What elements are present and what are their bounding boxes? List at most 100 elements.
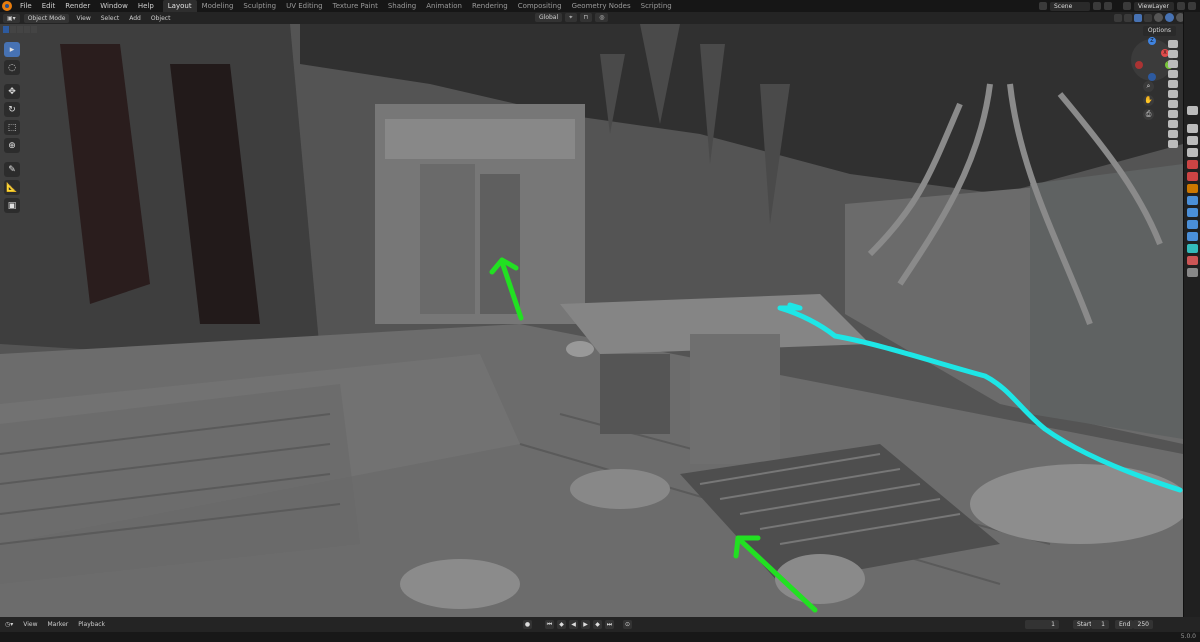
outliner-icon-10[interactable] xyxy=(1168,130,1178,138)
camera-view-icon[interactable]: ⎙ xyxy=(1143,109,1154,120)
menu-add[interactable]: Add xyxy=(126,15,144,22)
tab-animation[interactable]: Animation xyxy=(421,0,467,12)
next-keyframe-icon[interactable]: ◆ xyxy=(593,620,602,629)
solid-shading-icon[interactable] xyxy=(1165,13,1174,22)
tab-rendering[interactable]: Rendering xyxy=(467,0,513,12)
select-intersect-icon[interactable] xyxy=(31,26,37,33)
menu-object[interactable]: Object xyxy=(148,15,174,22)
view-layer-properties-icon[interactable] xyxy=(1187,148,1198,157)
keying-icon[interactable]: ⊙ xyxy=(623,620,632,629)
jump-end-icon[interactable]: ⏭ xyxy=(605,620,614,629)
particles-properties-icon[interactable] xyxy=(1187,208,1198,217)
add-cube-icon[interactable]: ▣ xyxy=(4,198,20,213)
wireframe-shading-icon[interactable] xyxy=(1154,13,1163,22)
tool-properties-icon[interactable] xyxy=(1187,106,1198,115)
data-properties-icon[interactable] xyxy=(1187,244,1198,253)
gizmo-z-axis[interactable]: Z xyxy=(1148,37,1156,45)
modifier-properties-icon[interactable] xyxy=(1187,196,1198,205)
object-properties-icon[interactable] xyxy=(1187,184,1198,193)
tab-compositing[interactable]: Compositing xyxy=(513,0,567,12)
texture-properties-icon[interactable] xyxy=(1187,268,1198,277)
start-frame-field[interactable]: 1 xyxy=(1091,620,1109,629)
measure-icon[interactable]: 📐 xyxy=(4,180,20,195)
world-properties-icon[interactable] xyxy=(1187,172,1198,181)
tab-scripting[interactable]: Scripting xyxy=(636,0,677,12)
select-invert-icon[interactable] xyxy=(24,26,30,33)
annotate-icon[interactable]: ✎ xyxy=(4,162,20,177)
outliner-icon-8[interactable] xyxy=(1168,110,1178,118)
physics-properties-icon[interactable] xyxy=(1187,220,1198,229)
rotate-icon[interactable]: ↻ xyxy=(4,102,20,117)
material-properties-icon[interactable] xyxy=(1187,256,1198,265)
outliner-icon-7[interactable] xyxy=(1168,100,1178,108)
select-box-icon[interactable]: ▸ xyxy=(4,42,20,57)
current-frame-field[interactable]: 1 xyxy=(1025,620,1059,629)
xray-icon[interactable] xyxy=(1144,13,1152,22)
visibility-icon[interactable] xyxy=(1114,13,1122,22)
mode-dropdown[interactable]: Object Mode xyxy=(23,13,70,23)
orientation-dropdown[interactable]: Global xyxy=(535,13,563,22)
jump-start-icon[interactable]: ⏮ xyxy=(545,620,554,629)
menu-select[interactable]: Select xyxy=(98,15,123,22)
tab-modeling[interactable]: Modeling xyxy=(197,0,239,12)
outliner-icon-2[interactable] xyxy=(1168,50,1178,58)
scale-icon[interactable]: ⬚ xyxy=(4,120,20,135)
scene-properties-icon[interactable] xyxy=(1187,160,1198,169)
view-layer-field[interactable]: ViewLayer xyxy=(1134,1,1174,11)
gizmo-neg-z[interactable] xyxy=(1148,73,1156,81)
pivot-icon[interactable]: ⌖ xyxy=(565,13,577,22)
zoom-icon[interactable]: ⌕ xyxy=(1143,81,1154,92)
gizmo-toggle-icon[interactable] xyxy=(1124,13,1132,22)
overlay-toggle-icon[interactable] xyxy=(1134,13,1142,22)
outliner-icon-5[interactable] xyxy=(1168,80,1178,88)
editor-type-icon[interactable]: ▣▾ xyxy=(3,13,20,23)
tab-geometry-nodes[interactable]: Geometry Nodes xyxy=(567,0,636,12)
proportional-edit-icon[interactable]: ◎ xyxy=(595,13,609,22)
play-icon[interactable]: ▶ xyxy=(581,620,590,629)
move-icon[interactable]: ✥ xyxy=(4,84,20,99)
tab-layout[interactable]: Layout xyxy=(162,0,197,12)
outliner-icon-3[interactable] xyxy=(1168,60,1178,68)
select-new-icon[interactable] xyxy=(3,26,9,33)
timeline-menu-marker[interactable]: Marker xyxy=(43,621,74,628)
gizmo-neg-x[interactable] xyxy=(1135,61,1143,69)
output-properties-icon[interactable] xyxy=(1187,136,1198,145)
timeline-menu-view[interactable]: View xyxy=(18,621,42,628)
outliner-icon-9[interactable] xyxy=(1168,120,1178,128)
pan-hand-icon[interactable]: ✋ xyxy=(1143,95,1154,106)
view-layer-icon[interactable] xyxy=(1123,2,1131,10)
scene-field[interactable]: Scene xyxy=(1050,1,1090,11)
timeline-menu-playback[interactable]: Playback xyxy=(73,621,110,628)
outliner-icon-1[interactable] xyxy=(1168,40,1178,48)
outliner-icon-4[interactable] xyxy=(1168,70,1178,78)
snap-icon[interactable]: ⊓ xyxy=(579,13,593,22)
menu-view[interactable]: View xyxy=(73,15,93,22)
play-reverse-icon[interactable]: ◀ xyxy=(569,620,578,629)
delete-scene-icon[interactable] xyxy=(1104,2,1112,10)
menu-file[interactable]: File xyxy=(15,0,37,12)
delete-layer-icon[interactable] xyxy=(1188,2,1196,10)
duplicate-layer-icon[interactable] xyxy=(1177,2,1185,10)
tab-uv-editing[interactable]: UV Editing xyxy=(281,0,328,12)
scene-icon[interactable] xyxy=(1039,2,1047,10)
menu-edit[interactable]: Edit xyxy=(37,0,61,12)
3d-viewport[interactable] xyxy=(0,24,1183,617)
menu-window[interactable]: Window xyxy=(95,0,133,12)
outliner-icon-11[interactable] xyxy=(1168,140,1178,148)
menu-render[interactable]: Render xyxy=(60,0,95,12)
prev-keyframe-icon[interactable]: ◆ xyxy=(557,620,566,629)
record-icon[interactable]: ● xyxy=(523,620,532,629)
select-subtract-icon[interactable] xyxy=(17,26,23,33)
tab-texture-paint[interactable]: Texture Paint xyxy=(328,0,383,12)
transform-icon[interactable]: ⊕ xyxy=(4,138,20,153)
outliner-icon-6[interactable] xyxy=(1168,90,1178,98)
cursor-icon[interactable]: ◌ xyxy=(4,60,20,75)
blender-logo-icon[interactable] xyxy=(2,1,12,11)
menu-help[interactable]: Help xyxy=(133,0,159,12)
render-properties-icon[interactable] xyxy=(1187,124,1198,133)
duplicate-scene-icon[interactable] xyxy=(1093,2,1101,10)
options-dropdown[interactable]: Options xyxy=(1142,26,1176,36)
tab-sculpting[interactable]: Sculpting xyxy=(238,0,281,12)
navigation-gizmo[interactable]: Z X Y xyxy=(1131,37,1173,81)
end-frame-field[interactable]: 250 xyxy=(1133,620,1153,629)
